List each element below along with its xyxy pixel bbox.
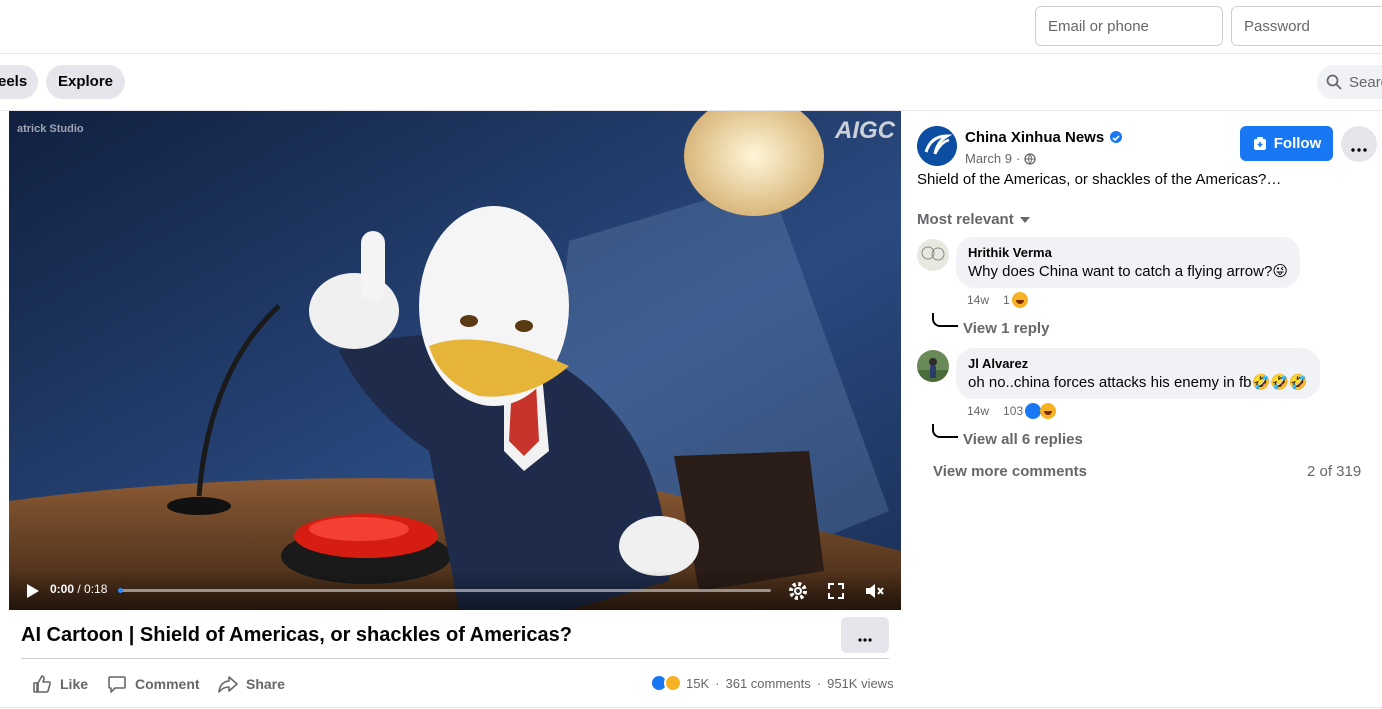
page-avatar[interactable] <box>917 126 957 166</box>
email-field[interactable] <box>1035 6 1223 46</box>
haha-reaction-icon <box>1011 292 1028 308</box>
comment-button[interactable]: Comment <box>107 673 200 695</box>
follow-button[interactable]: Follow <box>1240 126 1333 161</box>
avatar-image <box>917 350 949 382</box>
date-text[interactable]: March 9 <box>965 151 1012 166</box>
video-player[interactable]: atrick Studio AIGC 0:00 / 0:18 <box>9 111 901 610</box>
page-options-button[interactable] <box>1341 126 1377 162</box>
verified-badge-icon <box>1110 131 1122 143</box>
comment-sort-dropdown[interactable]: Most relevant <box>917 211 1030 228</box>
duration: / 0:18 <box>77 582 108 596</box>
view-replies-link[interactable]: View 1 reply <box>963 320 1049 337</box>
post-date: March 9 · <box>965 151 1036 166</box>
time-display: 0:00 / 0:18 <box>50 582 107 596</box>
reaction-count: 1 <box>1003 293 1010 307</box>
progress-knob[interactable] <box>118 588 123 593</box>
comment-author[interactable]: Hrithik Verma <box>968 245 1288 260</box>
avatar[interactable] <box>917 350 949 382</box>
share-button[interactable]: Share <box>218 673 285 695</box>
haha-reaction-icon <box>1040 403 1057 419</box>
more-icon <box>858 629 872 647</box>
search-bar[interactable]: Searc <box>1317 65 1382 99</box>
sort-label: Most relevant <box>917 211 1014 228</box>
watermark-aigc: AIGC <box>835 117 895 144</box>
like-reaction-icon <box>1025 403 1042 419</box>
comment-age[interactable]: 14w <box>967 404 989 418</box>
avatar-image <box>917 239 949 271</box>
haha-reaction-icon <box>664 674 682 692</box>
comment-reactions[interactable]: 103 <box>1003 403 1057 419</box>
separator: · <box>816 675 822 691</box>
avatar[interactable] <box>917 239 949 271</box>
view-more-comments-link[interactable]: View more comments <box>933 463 1087 480</box>
comment-meta: 14w 1 <box>967 292 1028 308</box>
comment-bubble: Hrithik Verma Why does China want to cat… <box>956 237 1300 288</box>
watermark-studio: atrick Studio <box>17 123 84 135</box>
reply-connector <box>932 313 958 327</box>
divider <box>0 707 1382 708</box>
reply-connector <box>932 424 958 438</box>
comment-author[interactable]: Jl Alvarez <box>968 356 1308 371</box>
progress-bar[interactable] <box>118 588 771 593</box>
comment-age[interactable]: 14w <box>967 293 989 307</box>
reactions-count[interactable]: 15K <box>686 676 709 691</box>
video-frame <box>9 111 901 610</box>
view-replies-link[interactable]: View all 6 replies <box>963 431 1083 448</box>
date-separator: · <box>1015 151 1021 166</box>
divider <box>21 658 889 659</box>
comment-text: Why does China want to catch a flying ar… <box>968 263 1288 280</box>
search-icon <box>1326 74 1342 90</box>
thumbs-up-icon <box>33 675 51 693</box>
more-icon <box>1351 139 1367 157</box>
like-button[interactable]: Like <box>32 673 88 695</box>
password-field[interactable] <box>1231 6 1382 46</box>
comment-label: Comment <box>135 676 200 692</box>
fullscreen-icon[interactable] <box>825 580 847 602</box>
like-label: Like <box>60 676 89 692</box>
globe-icon <box>1024 152 1036 165</box>
views-count: 951K views <box>827 675 894 691</box>
tab-reels[interactable]: eels <box>0 65 38 99</box>
search-placeholder: Searc <box>1349 74 1382 91</box>
share-icon <box>218 676 238 693</box>
settings-icon[interactable] <box>787 580 809 602</box>
page-name[interactable]: China Xinhua News <box>965 129 1104 146</box>
follow-icon <box>1253 136 1266 150</box>
comment-meta: 14w 103 <box>967 403 1057 419</box>
play-icon[interactable] <box>21 580 43 602</box>
post-stats: 15K · 361 comments · 951K views <box>650 673 894 693</box>
post-title: AI Cartoon | Shield of Americas, or shac… <box>21 624 572 646</box>
comment-reactions[interactable]: 1 <box>1003 292 1028 308</box>
nav-bar: eels Explore Searc <box>0 55 1382 111</box>
comment-icon <box>108 676 126 693</box>
caret-down-icon <box>1019 216 1030 223</box>
comments-counter: 2 of 319 <box>1307 463 1362 480</box>
follow-label: Follow <box>1273 135 1322 152</box>
separator: · <box>715 675 720 691</box>
comment-bubble: Jl Alvarez oh no..china forces attacks h… <box>956 348 1320 399</box>
top-bar <box>0 0 1382 54</box>
comments-count[interactable]: 361 comments <box>725 676 810 691</box>
current-time: 0:00 <box>50 582 75 596</box>
reaction-count: 103 <box>1003 404 1024 418</box>
mute-icon[interactable] <box>863 580 885 602</box>
post-caption[interactable]: Shield of the Americas, or shackles of t… <box>917 171 1281 188</box>
video-controls: 0:00 / 0:18 <box>9 570 901 610</box>
post-options-button[interactable] <box>841 617 889 653</box>
xinhua-logo-icon <box>917 126 957 166</box>
comment-text: oh no..china forces attacks his enemy in… <box>968 374 1308 391</box>
share-label: Share <box>246 676 285 692</box>
tab-explore[interactable]: Explore <box>46 65 125 99</box>
